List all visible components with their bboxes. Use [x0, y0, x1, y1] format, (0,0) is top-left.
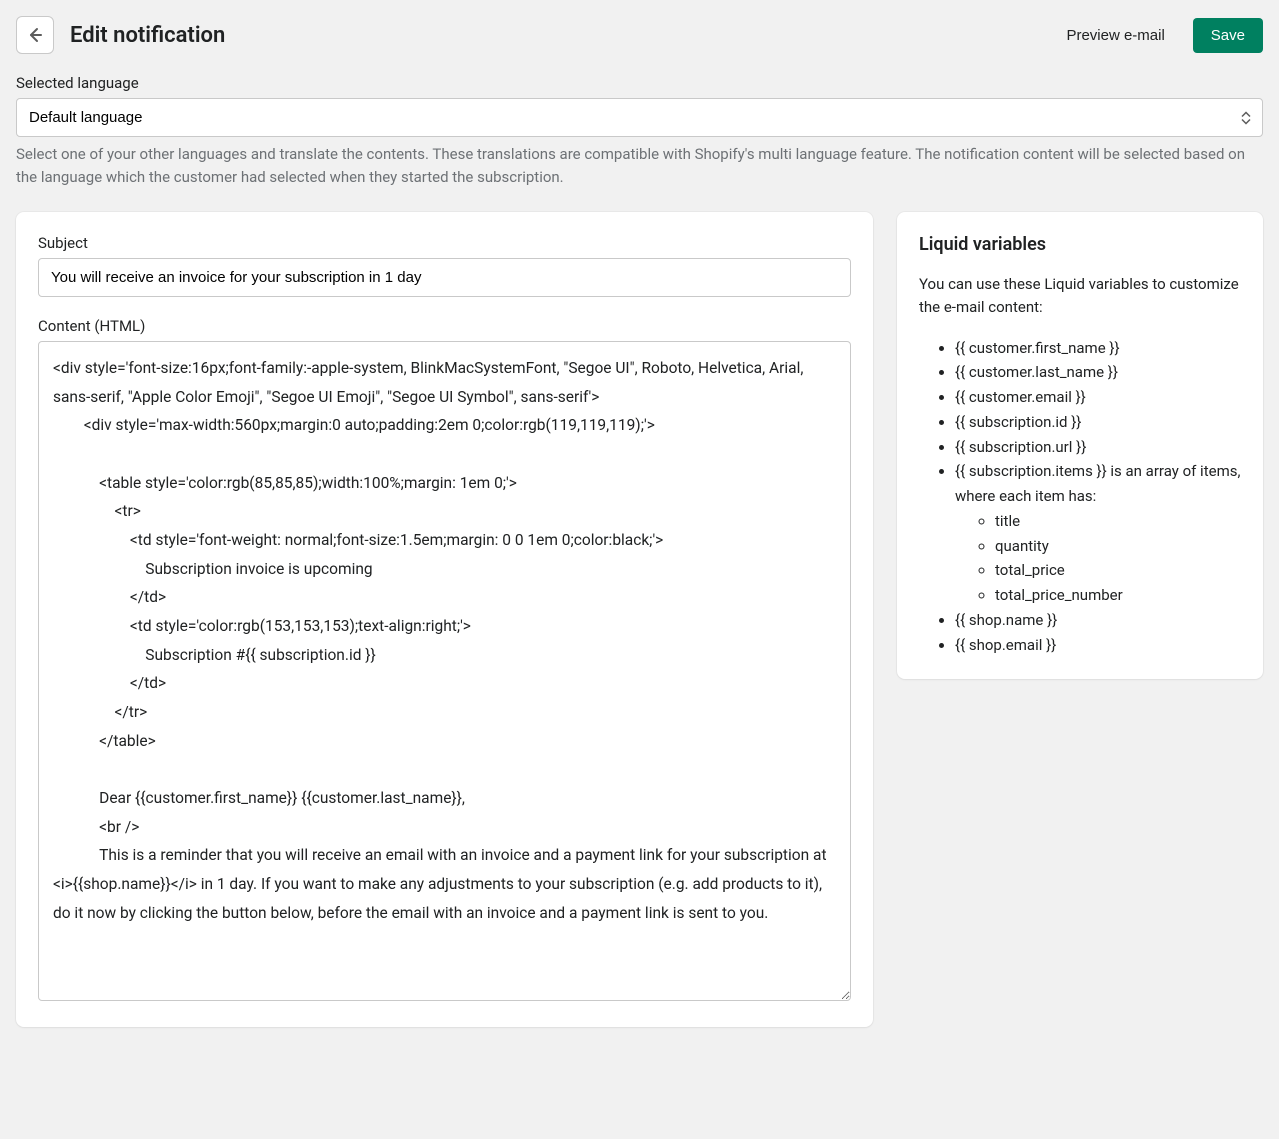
- liquid-vars-list: {{ customer.first_name }}{{ customer.las…: [919, 336, 1241, 658]
- liquid-vars-title: Liquid variables: [919, 234, 1241, 255]
- language-help-text: Select one of your other languages and t…: [16, 143, 1263, 188]
- sidebar-column: Liquid variables You can use these Liqui…: [897, 212, 1263, 679]
- liquid-var-subitem: quantity: [995, 534, 1241, 559]
- liquid-var-item: {{ customer.email }}: [955, 385, 1241, 410]
- content-label: Content (HTML): [38, 317, 851, 335]
- liquid-var-item: {{ shop.email }}: [955, 633, 1241, 658]
- liquid-var-subitem: title: [995, 509, 1241, 534]
- save-button[interactable]: Save: [1193, 18, 1263, 53]
- liquid-var-item: {{ shop.name }}: [955, 608, 1241, 633]
- preview-email-button[interactable]: Preview e-mail: [1054, 19, 1176, 52]
- liquid-vars-intro: You can use these Liquid variables to cu…: [919, 273, 1241, 320]
- subject-input[interactable]: [38, 258, 851, 297]
- liquid-var-item: {{ subscription.items }} is an array of …: [955, 459, 1241, 608]
- liquid-var-item: {{ subscription.url }}: [955, 435, 1241, 460]
- liquid-var-item: {{ subscription.id }}: [955, 410, 1241, 435]
- liquid-vars-card: Liquid variables You can use these Liqui…: [897, 212, 1263, 679]
- page-header: Edit notification Preview e-mail Save: [16, 16, 1263, 54]
- liquid-var-subitem: total_price_number: [995, 583, 1241, 608]
- main-columns: Subject Content (HTML) Liquid variables …: [16, 212, 1263, 1027]
- page-title: Edit notification: [70, 23, 1038, 48]
- editor-column: Subject Content (HTML): [16, 212, 873, 1027]
- subject-label: Subject: [38, 234, 851, 252]
- back-button[interactable]: [16, 16, 54, 54]
- liquid-var-subitem: total_price: [995, 558, 1241, 583]
- content-textarea[interactable]: [38, 341, 851, 1001]
- language-select-wrap: Default language: [16, 98, 1263, 137]
- arrow-left-icon: [25, 25, 45, 45]
- liquid-var-item: {{ customer.last_name }}: [955, 360, 1241, 385]
- editor-card: Subject Content (HTML): [16, 212, 873, 1027]
- liquid-var-item: {{ customer.first_name }}: [955, 336, 1241, 361]
- language-select[interactable]: Default language: [16, 98, 1263, 137]
- language-label: Selected language: [16, 74, 1263, 92]
